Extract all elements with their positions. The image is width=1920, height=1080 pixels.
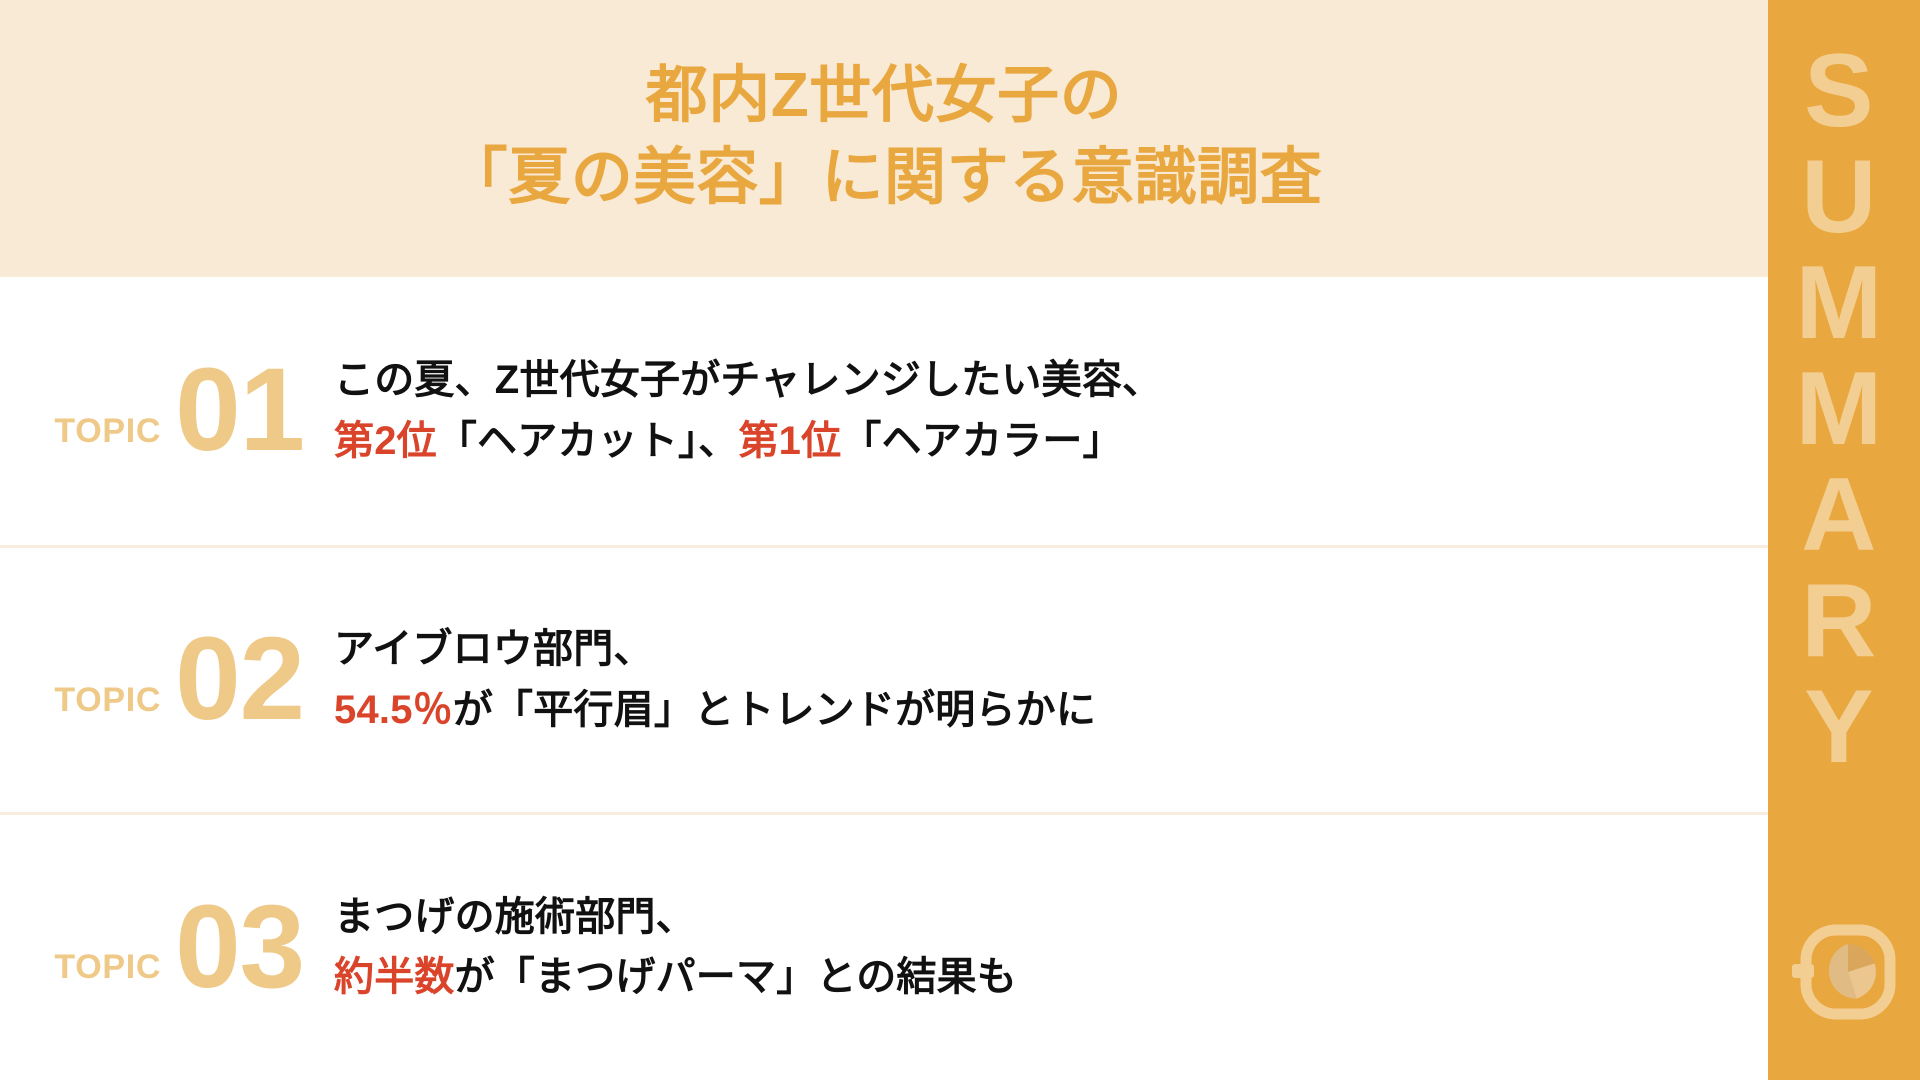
topic-line-1: この夏、Z世代女子がチャレンジしたい美容、: [334, 358, 1163, 402]
topic-line-2: 54.5％が「平行眉」とトレンドが明らかに: [334, 680, 1768, 741]
plain-text: が「平行眉」とトレンドが明らかに: [452, 687, 1097, 732]
topic-marker-01: TOPIC 01: [0, 344, 330, 477]
topic-line-1: まつげの施術部門、: [334, 894, 696, 939]
topic-marker-02: TOPIC 02: [0, 613, 330, 746]
sidebar-summary-letter: R: [1801, 563, 1887, 680]
plain-text: 「ヘアカット」、: [436, 418, 739, 463]
sidebar-summary-letter: M: [1795, 245, 1893, 362]
topic-line-2: 約半数が「まつげパーマ」との結果も: [334, 947, 1768, 1008]
highlight-text: 第2位: [334, 418, 437, 463]
plain-text: 「ヘアカラー」: [841, 418, 1123, 463]
topic-list: TOPIC 01 この夏、Z世代女子がチャレンジしたい美容、 第2位「ヘアカット…: [0, 277, 1768, 1080]
topic-label-02: TOPIC: [54, 680, 162, 719]
sidebar-summary-letter: Y: [1804, 669, 1884, 786]
page-title-line-1: 都内Z世代女子の: [645, 60, 1123, 130]
sidebar-summary-letter: U: [1801, 139, 1887, 256]
topic-label-03: TOPIC: [54, 948, 162, 987]
topic-body-01: この夏、Z世代女子がチャレンジしたい美容、 第2位「ヘアカット」、第1位「ヘアカ…: [330, 350, 1768, 472]
topic-label-01: TOPIC: [54, 411, 162, 450]
sidebar-summary-label: SUMMARY: [1795, 38, 1892, 781]
topic-number-03: 03: [175, 880, 305, 1013]
summary-sidebar: SUMMARY: [1768, 0, 1920, 1080]
topic-row-02: TOPIC 02 アイブロウ部門、 54.5％が「平行眉」とトレンドが明らかに: [0, 544, 1768, 813]
highlight-text: 第1位: [738, 418, 842, 463]
sidebar-summary-letter: S: [1804, 33, 1884, 149]
brand-logo-mark-icon: [1792, 920, 1896, 1024]
topic-row-01: TOPIC 01 この夏、Z世代女子がチャレンジしたい美容、 第2位「ヘアカット…: [0, 277, 1768, 545]
topic-marker-03: TOPIC 03: [0, 880, 330, 1013]
topic-number-01: 01: [175, 344, 305, 477]
topic-line-1: アイブロウ部門、: [334, 627, 654, 672]
topic-row-03: TOPIC 03 まつげの施術部門、 約半数が「まつげパーマ」との結果も: [0, 812, 1768, 1080]
highlight-text: 約半数: [334, 955, 455, 1000]
topic-body-03: まつげの施術部門、 約半数が「まつげパーマ」との結果も: [330, 887, 1768, 1009]
header-band: 都内Z世代女子の 「夏の美容」に関する意識調査: [0, 0, 1768, 277]
topic-line-2: 第2位「ヘアカット」、第1位「ヘアカラー」: [334, 411, 1768, 472]
page-title-line-2: 「夏の美容」に関する意識調査: [445, 142, 1323, 212]
sidebar-summary-letter: M: [1795, 351, 1893, 468]
sidebar-summary-letter: A: [1801, 457, 1887, 574]
summary-slide: 都内Z世代女子の 「夏の美容」に関する意識調査 TOPIC 01 この夏、Z世代…: [0, 0, 1920, 1080]
plain-text: が「まつげパーマ」との結果も: [454, 955, 1018, 1000]
topic-number-02: 02: [175, 613, 305, 746]
topic-body-02: アイブロウ部門、 54.5％が「平行眉」とトレンドが明らかに: [330, 619, 1768, 741]
highlight-text: 54.5％: [334, 687, 453, 732]
